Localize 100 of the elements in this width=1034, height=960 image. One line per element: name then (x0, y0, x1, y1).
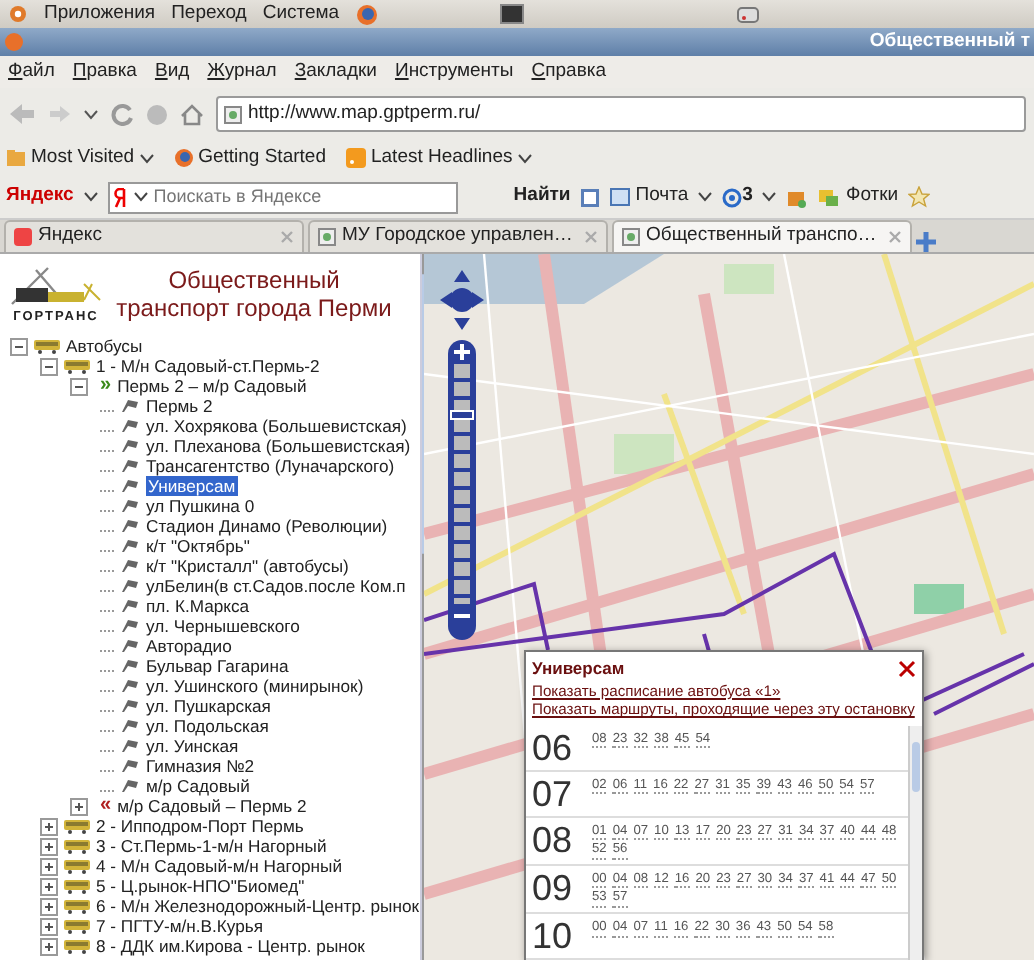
stop-item[interactable]: к/т "Октябрь" (146, 536, 250, 556)
stop-item[interactable]: Бульвар Гагарина (146, 656, 289, 676)
zoom-track[interactable] (454, 364, 470, 604)
collapse-icon[interactable] (70, 377, 88, 395)
tree-item[interactable]: Автобусы (66, 336, 143, 356)
zoom-in-icon[interactable] (454, 344, 470, 360)
panel-menu[interactable]: Система (262, 0, 340, 29)
menu-item[interactable]: Инструменты (394, 57, 514, 87)
globe-icon[interactable] (355, 3, 378, 25)
caret-icon (133, 192, 148, 202)
stop-item[interactable]: ул. Чернышевского (146, 616, 300, 636)
tree-item[interactable]: 4 - М/н Садовый-м/н Нагорный (96, 856, 343, 876)
panel-menu[interactable]: Приложения (44, 0, 156, 29)
stop-item[interactable]: ул. Пушкарская (146, 696, 271, 716)
close-icon[interactable] (898, 659, 916, 678)
search-button[interactable]: Найти (513, 182, 571, 212)
new-tab-plus-icon[interactable] (916, 232, 936, 252)
menu-item[interactable]: Справка (531, 57, 607, 87)
tab-label: МУ Городское управлен… (342, 222, 575, 251)
stop-item[interactable]: ул. Плеханова (Большевистская) (146, 436, 411, 456)
bookmark-link[interactable]: Latest Headlines (345, 143, 532, 173)
caret-icon[interactable] (84, 109, 98, 119)
zoom-handle[interactable] (450, 410, 474, 420)
tree-item[interactable]: м/р Садовый – Пермь 2 (117, 796, 307, 816)
tree-item[interactable]: 7 - ПГТУ-м/н.В.Курья (96, 916, 263, 936)
site-icon (318, 228, 336, 246)
caret-icon[interactable] (698, 192, 713, 202)
expand-icon[interactable] (40, 857, 58, 875)
menu-item[interactable]: Файл (8, 57, 55, 87)
caret-icon[interactable] (762, 192, 777, 202)
stop-item[interactable]: к/т "Кристалл" (автобусы) (146, 556, 349, 576)
browser-tab[interactable]: МУ Городское управлен… (308, 220, 608, 252)
expand-icon[interactable] (40, 897, 58, 915)
tree-item[interactable]: 3 - Ст.Пермь-1-м/н Нагорный (96, 836, 327, 856)
stop-item[interactable]: ул. Уинская (146, 736, 239, 756)
at-sign-icon (722, 187, 743, 207)
bookmark-link[interactable]: Most Visited (6, 143, 154, 173)
bus-icon (64, 899, 90, 913)
star-icon[interactable] (908, 186, 931, 208)
tree-item[interactable]: Пермь 2 – м/р Садовый (117, 376, 307, 396)
caret-icon (517, 153, 532, 163)
collapse-icon[interactable] (10, 337, 28, 355)
stop-item[interactable]: пл. К.Маркса (146, 596, 250, 616)
stop-item[interactable]: Гимназия №2 (146, 756, 255, 776)
tree-item[interactable]: 1 - М/н Садовый-ст.Пермь-2 (96, 356, 320, 376)
photos-button[interactable]: Фотки (818, 182, 899, 212)
stop-item[interactable]: Трансагентство (Луначарского) (146, 456, 395, 476)
pan-control[interactable] (440, 270, 484, 330)
scrollbar[interactable] (419, 254, 422, 960)
drive-icon[interactable] (735, 4, 760, 24)
stop-item[interactable]: Авторадио (146, 636, 232, 656)
menu-item[interactable]: Закладки (294, 57, 377, 87)
browser-tab[interactable]: Яндекс (4, 220, 304, 252)
stop-item[interactable]: ул Пушкина 0 (146, 496, 255, 516)
expand-icon[interactable] (40, 817, 58, 835)
stop-item[interactable]: ул. Ушинского (минирынок) (146, 676, 364, 696)
terminal-icon[interactable] (499, 4, 524, 24)
hour-label: 10 (532, 918, 575, 955)
expand-icon[interactable] (70, 797, 88, 815)
stop-item[interactable]: ул. Подольская (146, 716, 269, 736)
menu-item[interactable]: Вид (154, 57, 190, 87)
tree-item[interactable]: 6 - М/н Железнодорожный-Центр. рынок (96, 896, 420, 916)
caret-icon[interactable] (83, 192, 98, 202)
address-field[interactable]: http://www.map.gptperm.ru/ (216, 96, 1026, 132)
bus-icon (64, 839, 90, 853)
bus-icon (34, 339, 60, 353)
expand-icon[interactable] (40, 877, 58, 895)
browser-tab[interactable]: Общественный транспо… (612, 220, 912, 252)
yandex-logo[interactable]: Яндекс (6, 182, 74, 212)
caret-icon (139, 153, 154, 163)
stop-item[interactable]: Пермь 2 (146, 396, 213, 416)
zoom-out-icon[interactable] (454, 608, 470, 624)
expand-icon[interactable] (40, 917, 58, 935)
browser-icon (4, 32, 24, 52)
stop-item[interactable]: Стадион Динамо (Революции) (146, 516, 388, 536)
mail-counter[interactable]: 3 (722, 182, 753, 212)
menu-item[interactable]: Правка (72, 57, 137, 87)
search-field[interactable]: Поискать в Яндексе (107, 181, 458, 213)
tree-item[interactable]: 8 - ДДК им.Кирова - Центр. рынок (96, 936, 365, 956)
home-icon[interactable] (180, 103, 204, 125)
stop-item[interactable]: ул. Хохрякова (Большевистская) (146, 416, 407, 436)
url-text: http://www.map.gptperm.ru/ (248, 99, 481, 128)
page-icon[interactable] (580, 187, 601, 207)
scrollbar[interactable] (907, 725, 922, 960)
panel-menu[interactable]: Переход (171, 0, 247, 29)
hour-label: 07 (532, 775, 575, 812)
globe-icon (173, 148, 194, 168)
stop-item[interactable]: м/р Садовый (146, 776, 250, 796)
menu-item[interactable]: Журнал (207, 57, 277, 87)
photos-icon (818, 187, 841, 207)
tree-item[interactable]: 5 - Ц.рынок-НПО"Биомед" (96, 876, 305, 896)
mail-button[interactable]: Почта (610, 182, 689, 212)
bookmark-link[interactable]: Getting Started (173, 143, 326, 173)
expand-icon[interactable] (40, 837, 58, 855)
collapse-icon[interactable] (40, 357, 58, 375)
stop-item[interactable]: Универсам (146, 476, 238, 496)
tree-item[interactable]: 2 - Ипподром-Порт Пермь (96, 816, 304, 836)
stop-item[interactable]: улБелин(в ст.Садов.после Ком.п (146, 576, 406, 596)
expand-icon[interactable] (40, 937, 58, 955)
zoom-control[interactable] (448, 340, 476, 640)
